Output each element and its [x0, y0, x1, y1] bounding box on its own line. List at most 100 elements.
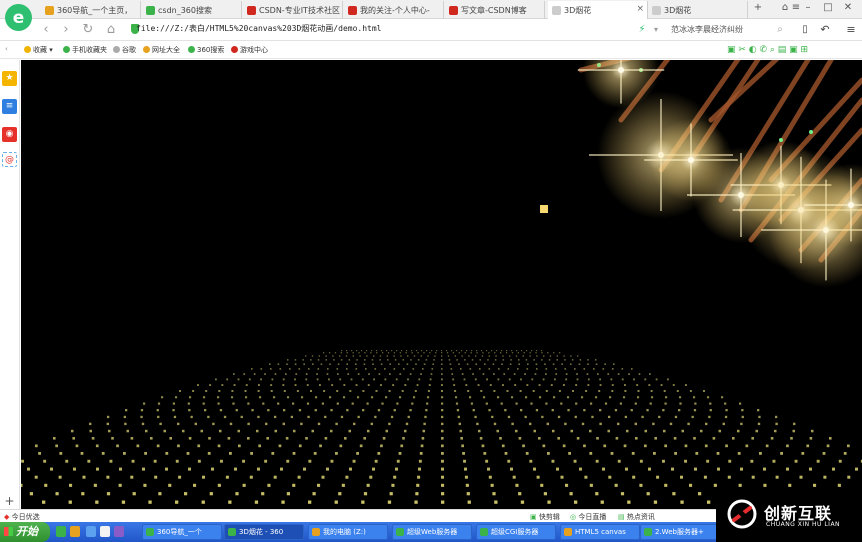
- desktop-icon[interactable]: [70, 526, 80, 537]
- grid-dot: [317, 359, 320, 361]
- media-icon[interactable]: [86, 526, 96, 537]
- search-input[interactable]: 范冰冰李晨经济纠纷: [668, 22, 786, 37]
- grid-dot: [306, 402, 310, 405]
- grid-dot: [557, 437, 560, 440]
- status-kuaijianji[interactable]: ▣ 快剪辑: [530, 512, 560, 522]
- new-tab-button[interactable]: +: [750, 2, 766, 13]
- taskbar-task-4[interactable]: 超级CGI服务器: [476, 524, 556, 540]
- grid-dot: [646, 492, 650, 496]
- grid-dot: [194, 422, 197, 426]
- grid-dot: [73, 467, 76, 471]
- home-button[interactable]: ⌂: [103, 22, 119, 38]
- bookmark-games[interactable]: 游戏中心: [231, 45, 268, 55]
- dropdown-icon[interactable]: ▾: [648, 22, 664, 38]
- grid-dot: [474, 415, 477, 419]
- grid-dot: [494, 352, 496, 354]
- url-field[interactable]: file:///Z:/表白/HTML5%20canvas%203D烟花动画/de…: [136, 23, 381, 34]
- bookmark-favorites[interactable]: 收藏 ▾: [24, 45, 53, 55]
- news-icon[interactable]: ≡: [2, 99, 17, 114]
- grid-dot: [664, 402, 667, 405]
- grid-dot: [498, 368, 500, 370]
- sidebar-toggle-icon[interactable]: ‹: [5, 45, 8, 53]
- grid-dot: [529, 422, 532, 426]
- browser-logo-icon[interactable]: e: [5, 4, 32, 31]
- flare-core: [848, 202, 854, 208]
- status-news[interactable]: ▤ 热点资讯: [618, 512, 655, 522]
- grid-dot: [392, 384, 395, 386]
- grid-dot: [417, 359, 420, 361]
- grid-dot: [555, 368, 557, 370]
- grid-dot: [106, 475, 110, 479]
- start-button[interactable]: 开始: [0, 522, 50, 542]
- tool-icon[interactable]: [100, 526, 110, 537]
- grid-dot: [169, 437, 172, 440]
- star-icon: [24, 46, 31, 53]
- back-button[interactable]: ‹: [38, 22, 54, 38]
- bookmark-google[interactable]: 谷歌: [113, 45, 136, 55]
- brand-logo-icon: [727, 499, 757, 529]
- grid-dot: [597, 373, 599, 375]
- grid-dot: [378, 373, 381, 375]
- weibo-icon[interactable]: ◉: [2, 127, 17, 142]
- tab-label: 我的关注-个人中心-: [360, 5, 430, 15]
- tab-3[interactable]: 我的关注-个人中心-: [344, 1, 444, 19]
- taskbar-task-0[interactable]: 360导航_一个: [142, 524, 222, 540]
- daily-pick-link[interactable]: ◆ 今日优选: [4, 512, 40, 522]
- toolbar-icons[interactable]: ▣ ✂ ◐ ✆ ⌕ ▤ ▣ ⊞: [727, 45, 808, 55]
- grid-dot: [751, 475, 755, 479]
- close-window-button[interactable]: ✕: [840, 2, 856, 13]
- grid-dot: [533, 467, 536, 471]
- bookmark-mobile[interactable]: 手机收藏夹: [63, 45, 107, 55]
- grid-dot: [725, 444, 728, 448]
- tab-4[interactable]: 写文章-CSDN博客: [445, 1, 545, 19]
- star-icon[interactable]: ★: [2, 71, 17, 86]
- grid-dot: [757, 409, 760, 412]
- taskbar-task-6[interactable]: 2.Web服务器+: [640, 524, 720, 540]
- tab-6[interactable]: 3D烟花: [648, 1, 748, 19]
- maximize-button[interactable]: □: [820, 2, 836, 13]
- grid-dot: [565, 483, 569, 487]
- taskbar-task-5[interactable]: HTML5 canvas: [560, 524, 640, 540]
- tab-0[interactable]: 360导航_一个主页，: [41, 1, 141, 19]
- menu-icon[interactable]: ≡: [843, 22, 859, 38]
- undo-icon[interactable]: ↶: [817, 22, 833, 38]
- bookmark-360search[interactable]: 360搜索: [188, 45, 224, 55]
- grid-dot: [623, 444, 627, 448]
- mail-icon[interactable]: @: [2, 152, 17, 167]
- minimize-button[interactable]: –: [800, 2, 816, 13]
- grid-dot: [541, 350, 543, 352]
- grid-dot: [59, 452, 63, 455]
- refresh-button[interactable]: ↻: [80, 22, 96, 38]
- grid-dot: [245, 384, 248, 386]
- grid-dot: [689, 483, 693, 487]
- music-icon[interactable]: [114, 526, 124, 537]
- add-icon[interactable]: +: [2, 494, 17, 509]
- forward-button[interactable]: ›: [58, 22, 74, 38]
- fireworks-canvas[interactable]: [21, 60, 862, 509]
- grid-dot: [492, 492, 496, 496]
- grid-dot: [106, 422, 109, 426]
- grid-dot: [301, 396, 304, 399]
- grid-dot: [441, 402, 444, 405]
- grid-dot: [303, 363, 305, 365]
- grid-dot: [536, 355, 538, 357]
- taskbar-task-2[interactable]: 我的电脑 (Z:): [308, 524, 388, 540]
- tab-2[interactable]: CSDN-专业IT技术社区: [243, 1, 343, 19]
- taskbar-task-3[interactable]: 超级Web服务器: [392, 524, 472, 540]
- mobile-icon[interactable]: ▯: [797, 22, 813, 38]
- grid-dot: [538, 384, 541, 386]
- grid-dot: [467, 390, 470, 392]
- close-tab-icon[interactable]: ×: [636, 4, 644, 14]
- tab-1[interactable]: csdn_360搜索: [142, 1, 242, 19]
- taskbar-task-1[interactable]: 3D烟花 - 360: [224, 524, 304, 540]
- grid-dot: [289, 368, 291, 370]
- status-live[interactable]: ◎ 今日直播: [570, 512, 606, 522]
- tab-5[interactable]: 3D烟花 ×: [548, 1, 648, 20]
- bookmark-hao[interactable]: 网址大全: [143, 45, 180, 55]
- grid-dot: [534, 373, 537, 375]
- ie-icon[interactable]: [56, 526, 66, 537]
- grid-dot: [87, 459, 91, 463]
- grid-dot: [339, 378, 342, 381]
- search-icon[interactable]: ⌕: [772, 22, 788, 38]
- grid-dot: [302, 359, 304, 361]
